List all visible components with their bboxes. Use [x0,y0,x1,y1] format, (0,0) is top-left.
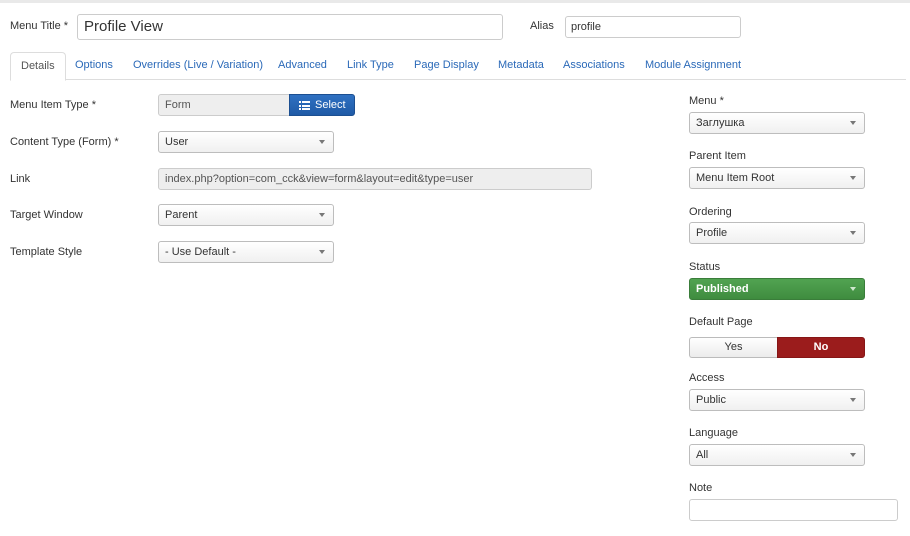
access-value: Public [696,394,726,406]
menu-title-label: Menu Title * [10,20,69,32]
tab-overrides[interactable]: Overrides (Live / Variation) [123,52,273,80]
menu-item-type-label: Menu Item Type * [10,99,97,111]
chevron-down-icon [319,213,325,217]
content-type-value: User [165,136,189,148]
chevron-down-icon [319,140,325,144]
chevron-down-icon [850,398,856,402]
note-input[interactable] [689,499,898,521]
chevron-down-icon [850,453,856,457]
status-select[interactable]: Published [689,278,865,300]
language-select[interactable]: All [689,444,865,466]
chevron-down-icon [850,176,856,180]
access-label: Access [689,372,725,384]
template-style-value: - Use Default - [165,246,236,258]
tab-metadata[interactable]: Metadata [488,52,554,80]
parent-item-value: Menu Item Root [696,172,775,184]
menu-label: Menu * [689,95,724,107]
menu-select[interactable]: Заглушка [689,112,865,134]
chevron-down-icon [850,287,856,291]
chevron-down-icon [319,250,325,254]
content-type-label: Content Type (Form) * [10,136,119,148]
menu-value: Заглушка [696,117,745,129]
template-style-select[interactable]: - Use Default - [158,241,334,263]
parent-item-label: Parent Item [689,150,746,162]
ordering-value: Profile [696,227,728,239]
tab-advanced[interactable]: Advanced [268,52,337,80]
status-label: Status [689,261,721,273]
chevron-down-icon [850,231,856,235]
language-value: All [696,449,709,461]
link-label: Link [10,173,31,185]
template-style-label: Template Style [10,246,83,258]
menu-item-type-field: Form [158,94,290,116]
content-type-select[interactable]: User [158,131,334,153]
tab-bar: Details Options Overrides (Live / Variat… [10,52,906,81]
note-label: Note [689,482,713,494]
tab-details[interactable]: Details [10,52,66,81]
ordering-select[interactable]: Profile [689,222,865,244]
tab-options[interactable]: Options [65,52,123,80]
target-window-select[interactable]: Parent [158,204,334,226]
list-icon [299,101,310,110]
link-field: index.php?option=com_cck&view=form&layou… [158,168,592,190]
default-page-label: Default Page [689,316,753,328]
tab-page-display[interactable]: Page Display [404,52,489,80]
default-page-toggle: Yes No [689,337,865,358]
menu-title-input[interactable]: Profile View [77,14,503,40]
ordering-label: Ordering [689,206,732,218]
select-button-label: Select [315,99,346,111]
language-label: Language [689,427,738,439]
top-border [0,0,910,3]
chevron-down-icon [850,121,856,125]
tab-associations[interactable]: Associations [553,52,635,80]
access-select[interactable]: Public [689,389,865,411]
alias-label: Alias [530,20,554,32]
default-page-no-button[interactable]: No [777,337,865,358]
parent-item-select[interactable]: Menu Item Root [689,167,865,189]
target-window-label: Target Window [10,209,83,221]
select-menu-item-type-button[interactable]: Select [289,94,355,116]
alias-input[interactable]: profile [565,16,741,38]
status-value: Published [696,283,749,295]
tab-module-assignment[interactable]: Module Assignment [635,52,751,80]
default-page-yes-button[interactable]: Yes [689,337,777,358]
tab-link-type[interactable]: Link Type [337,52,404,80]
target-window-value: Parent [165,209,198,221]
